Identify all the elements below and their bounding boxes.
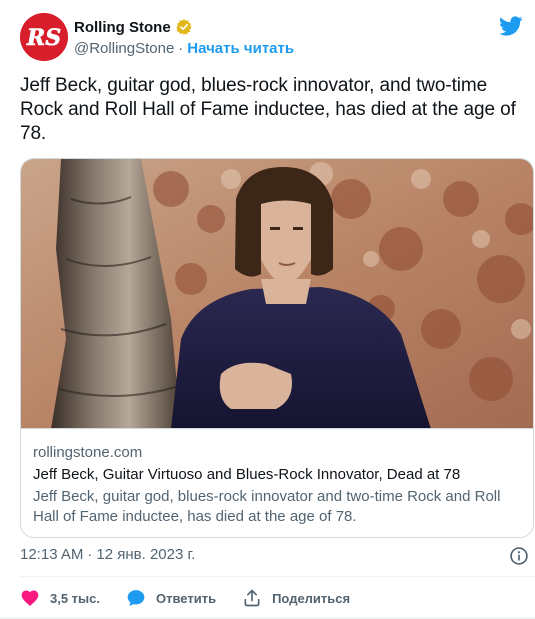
reply-label: Ответить [156, 590, 217, 606]
card-image[interactable] [21, 159, 533, 429]
like-button[interactable]: 3,5 тыс. [20, 588, 100, 608]
handle-separator: · [178, 40, 184, 57]
divider [20, 576, 535, 577]
share-icon [244, 589, 260, 607]
tweet-text: Jeff Beck, guitar god, blues-rock innova… [20, 75, 516, 144]
card-title: Jeff Beck, Guitar Virtuoso and Blues-Roc… [33, 466, 461, 483]
avatar-logo-text: RS [26, 25, 61, 51]
info-icon[interactable] [509, 546, 529, 566]
link-card[interactable]: rollingstone.com Jeff Beck, Guitar Virtu… [20, 158, 534, 538]
follow-button[interactable]: Начать читать [187, 40, 294, 57]
rolling-stone-logo: RS [20, 13, 68, 61]
action-bar: 3,5 тыс. Ответить Поделиться [20, 586, 376, 610]
card-domain: rollingstone.com [33, 444, 143, 461]
tweet-time[interactable]: 12:13 AM [20, 546, 83, 563]
avatar[interactable]: RS [20, 13, 68, 61]
tweet-meta: 12:13 AM · 12 янв. 2023 г. [20, 546, 195, 563]
handle-row: @RollingStone · Начать читать [74, 40, 294, 57]
like-count: 3,5 тыс. [50, 590, 100, 606]
card-photo [21, 159, 533, 428]
tweet-embed: RS Rolling Stone @RollingStone · Начать … [0, 0, 535, 619]
heart-icon [21, 590, 39, 606]
share-label: Поделиться [272, 590, 351, 606]
reply-button[interactable]: Ответить [126, 588, 216, 608]
card-description: Jeff Beck, guitar god, blues-rock innova… [33, 488, 501, 525]
handle[interactable]: @RollingStone [74, 40, 174, 57]
verified-badge-icon [176, 19, 192, 35]
tweet-date[interactable]: 12 янв. 2023 г. [96, 546, 195, 563]
display-name[interactable]: Rolling Stone [74, 19, 171, 36]
speech-bubble-icon [127, 590, 145, 606]
name-row: Rolling Stone [74, 18, 193, 36]
share-button[interactable]: Поделиться [242, 588, 350, 608]
twitter-bird-icon[interactable] [499, 14, 523, 38]
meta-separator: · [87, 546, 93, 563]
